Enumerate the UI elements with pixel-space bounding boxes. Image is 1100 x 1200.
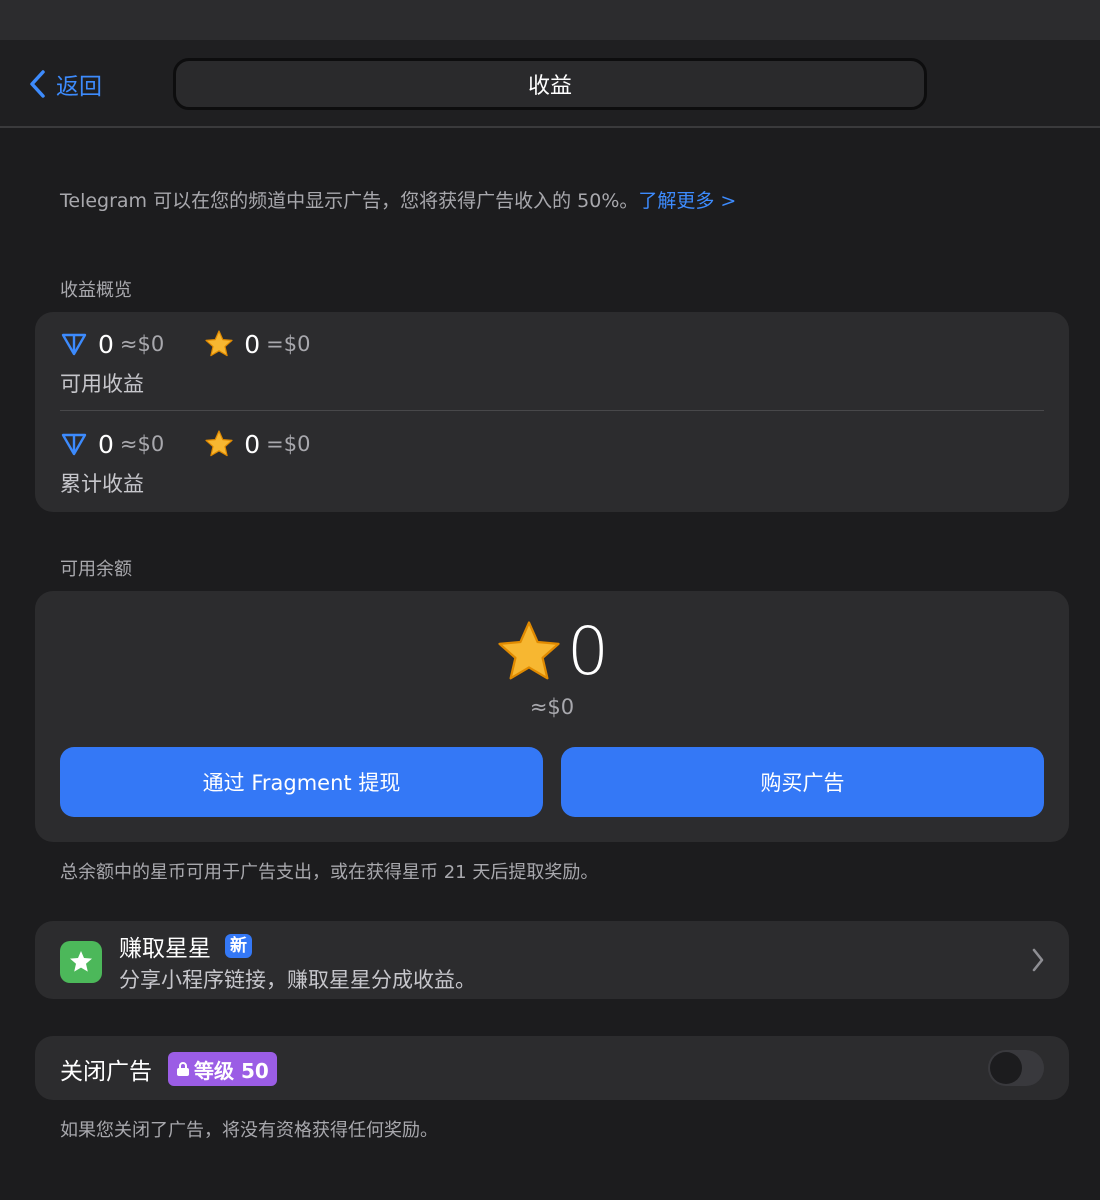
toggle-knob <box>990 1052 1022 1084</box>
overview-divider <box>60 410 1044 411</box>
available-stars-usd: =$0 <box>266 332 311 356</box>
window-top-strip <box>0 0 1100 40</box>
disable-ads-row: 关闭广告 等级 50 <box>35 1036 1069 1100</box>
buy-ads-button[interactable]: 购买广告 <box>561 747 1044 817</box>
earnings-overview-card: 0 ≈$0 0 =$0 可用收益 0 ≈$0 0 =$0 累计收益 <box>35 312 1069 512</box>
total-earnings-caption: 累计收益 <box>60 472 144 496</box>
intro-description: Telegram 可以在您的频道中显示广告，您将获得广告收入的 50%。 <box>60 190 639 212</box>
earn-stars-row[interactable]: 赚取星星 新 分享小程序链接，赚取星星分成收益。 <box>35 921 1069 999</box>
back-label: 返回 <box>56 74 102 100</box>
new-badge: 新 <box>225 934 252 958</box>
chevron-right-icon <box>1032 948 1044 972</box>
star-coin-icon <box>205 430 233 457</box>
back-chevron-icon <box>30 70 45 98</box>
total-stars-amount: 0 <box>244 429 261 459</box>
disable-ads-title: 关闭广告 <box>60 1059 152 1085</box>
level-badge: 等级 50 <box>168 1052 277 1086</box>
level-badge-label: 等级 50 <box>194 1058 269 1083</box>
available-ton-usd: ≈$0 <box>119 332 165 356</box>
lock-icon <box>177 1062 189 1076</box>
total-earnings-row: 0 ≈$0 0 =$0 <box>60 426 310 462</box>
available-stars-amount: 0 <box>244 329 261 359</box>
earn-stars-subtitle: 分享小程序链接，赚取星星分成收益。 <box>119 968 476 992</box>
disable-ads-note: 如果您关闭了广告，将没有资格获得任何奖励。 <box>60 1120 438 1141</box>
total-ton-usd: ≈$0 <box>119 432 165 456</box>
star-coin-icon <box>205 330 233 357</box>
page-title: 收益 <box>173 58 927 110</box>
available-earnings-caption: 可用收益 <box>60 372 144 396</box>
overview-section-label: 收益概览 <box>60 280 132 301</box>
navigation-bar: 返回 收益 <box>0 40 1100 128</box>
earn-stars-title-line: 赚取星星 新 <box>119 931 252 962</box>
star-coin-icon <box>498 620 560 679</box>
disable-ads-toggle[interactable] <box>988 1050 1044 1086</box>
balance-usd-value: ≈$0 <box>529 695 575 719</box>
balance-card: 0 ≈$0 通过 Fragment 提现 购买广告 <box>35 591 1069 842</box>
available-ton-amount: 0 <box>98 329 114 359</box>
withdraw-fragment-button[interactable]: 通过 Fragment 提现 <box>60 747 543 817</box>
ton-diamond-icon <box>61 333 87 356</box>
back-button[interactable]: 返回 <box>28 66 102 102</box>
learn-more-link[interactable]: 了解更多 > <box>638 190 736 212</box>
balance-note: 总余额中的星币可用于广告支出，或在获得星币 21 天后提取奖励。 <box>60 862 599 883</box>
balance-amount: 0 <box>35 613 1069 690</box>
balance-section-label: 可用余额 <box>60 559 132 580</box>
ton-diamond-icon <box>61 433 87 456</box>
disable-ads-title-line: 关闭广告 等级 50 <box>60 1052 277 1086</box>
total-ton-amount: 0 <box>98 429 114 459</box>
balance-stars-value: 0 <box>567 613 609 690</box>
earn-stars-title: 赚取星星 <box>119 936 211 962</box>
intro-text: Telegram 可以在您的频道中显示广告，您将获得广告收入的 50%。了解更多… <box>60 186 1060 213</box>
total-stars-usd: =$0 <box>266 432 311 456</box>
earn-stars-icon <box>60 941 102 983</box>
available-earnings-row: 0 ≈$0 0 =$0 <box>60 326 310 362</box>
